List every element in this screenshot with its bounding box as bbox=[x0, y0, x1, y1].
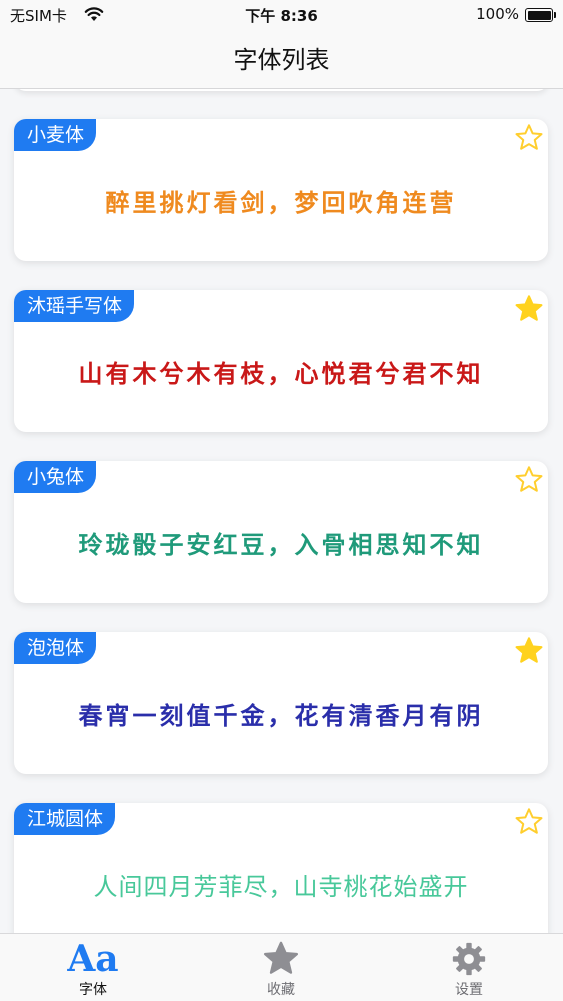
tab-settings[interactable]: 设置 bbox=[409, 934, 529, 1001]
tab-bar: Aa 字体 收藏 设置 bbox=[0, 933, 563, 1001]
battery-percent: 100% bbox=[476, 5, 519, 23]
font-name-tag: 江城圆体 bbox=[14, 803, 116, 835]
font-name-tag: 泡泡体 bbox=[14, 632, 97, 664]
font-card[interactable]: 泡泡体春宵一刻值千金，花有清香月有阴 bbox=[14, 632, 548, 774]
star-outline-icon[interactable] bbox=[514, 123, 544, 153]
battery-icon bbox=[525, 8, 556, 22]
aa-font-icon: Aa bbox=[67, 938, 119, 980]
font-list[interactable]: 小麦体醉里挑灯看剑，梦回吹角连营沐瑶手写体山有木兮木有枝，心悦君兮君不知小兔体玲… bbox=[0, 89, 563, 933]
star-outline-icon[interactable] bbox=[514, 807, 544, 837]
font-sample-text: 醉里挑灯看剑，梦回吹角连营 bbox=[105, 189, 457, 217]
font-sample-text: 山有木兮木有枝，心悦君兮君不知 bbox=[78, 360, 484, 388]
partial-card bbox=[14, 89, 549, 91]
font-name-tag: 小麦体 bbox=[14, 119, 97, 151]
star-filled-icon[interactable] bbox=[514, 636, 544, 666]
font-card[interactable]: 江城圆体人间四月芳菲尽，山寺桃花始盛开 bbox=[14, 803, 548, 933]
status-bar: 无SIM卡 下午 8:36 100% bbox=[0, 0, 563, 30]
tab-fonts[interactable]: Aa 字体 bbox=[33, 934, 153, 1001]
font-card[interactable]: 小兔体玲珑骰子安红豆，入骨相思知不知 bbox=[14, 461, 548, 603]
font-card[interactable]: 沐瑶手写体山有木兮木有枝，心悦君兮君不知 bbox=[14, 290, 548, 432]
font-sample-text: 玲珑骰子安红豆，入骨相思知不知 bbox=[78, 531, 484, 559]
nav-bar: 字体列表 bbox=[0, 30, 563, 89]
font-sample-text: 人间四月芳菲尽，山寺桃花始盛开 bbox=[93, 874, 469, 901]
star-filled-icon[interactable] bbox=[514, 294, 544, 324]
font-name-tag: 沐瑶手写体 bbox=[14, 290, 135, 322]
star-icon bbox=[221, 940, 341, 978]
tab-label: 字体 bbox=[79, 982, 107, 998]
tab-label: 收藏 bbox=[267, 982, 295, 998]
tab-favorites[interactable]: 收藏 bbox=[221, 934, 341, 1001]
font-sample-text: 春宵一刻值千金，花有清香月有阴 bbox=[78, 702, 484, 730]
gear-icon bbox=[409, 940, 529, 978]
tab-label: 设置 bbox=[455, 982, 483, 998]
star-outline-icon[interactable] bbox=[514, 465, 544, 495]
font-card[interactable]: 小麦体醉里挑灯看剑，梦回吹角连营 bbox=[14, 119, 548, 261]
font-name-tag: 小兔体 bbox=[14, 461, 97, 493]
page-title: 字体列表 bbox=[233, 46, 330, 74]
